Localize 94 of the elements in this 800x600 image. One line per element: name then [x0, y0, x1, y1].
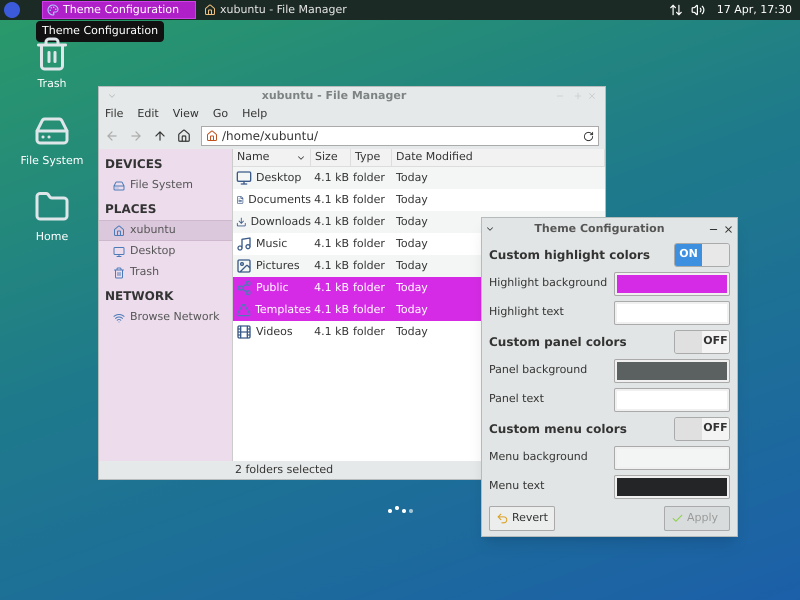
size-cell-text: 4.1 kB [313, 280, 350, 296]
monitor-icon [236, 170, 252, 186]
color-label: Panel text [489, 391, 544, 408]
size-cell-text: 4.1 kB [313, 192, 350, 208]
reload-icon[interactable] [583, 130, 594, 142]
volume-icon[interactable] [690, 3, 705, 17]
film-icon [236, 324, 252, 340]
column-header[interactable]: Date Modified [392, 149, 605, 166]
back-icon[interactable] [105, 129, 119, 143]
date-cell-text: Today [395, 258, 428, 274]
sidebar-heading: PLACES [104, 201, 158, 218]
desktop-icon-label[interactable]: File System [20, 152, 84, 169]
revert-button[interactable]: Revert [489, 506, 555, 531]
size-cell-text: 4.1 kB [313, 302, 350, 318]
color-swatch-button[interactable] [614, 300, 730, 324]
size-cell-text: 4.1 kB [313, 258, 350, 274]
forward-icon[interactable] [129, 129, 143, 143]
triangle-ruler-icon [236, 302, 252, 318]
color-swatch-button[interactable] [614, 446, 730, 470]
close-icon[interactable] [723, 224, 734, 234]
sidebar-item[interactable]: File System [99, 175, 232, 196]
loading-icon [388, 509, 413, 513]
clock[interactable]: 17 Apr, 17:30 [716, 2, 792, 18]
type-cell-text: folder [352, 302, 386, 318]
trash-icon [34, 36, 70, 72]
window-title: xubuntu - File Manager [260, 88, 408, 104]
menu-item[interactable]: View [172, 106, 199, 122]
menu-logo-icon[interactable] [4, 2, 20, 18]
date-cell-text: Today [395, 214, 428, 230]
menu-item[interactable]: File [105, 106, 124, 122]
color-label: Highlight background [489, 275, 608, 292]
color-swatch-button[interactable] [614, 272, 730, 296]
sidebar-item[interactable]: Desktop [99, 241, 232, 262]
color-label: Highlight text [489, 304, 564, 320]
date-cell-text: Today [395, 324, 428, 340]
share-icon [236, 280, 252, 296]
menu-item[interactable]: Edit [137, 106, 159, 122]
undo-icon [496, 512, 509, 525]
task-button[interactable]: xubuntu - File Manager [200, 1, 351, 19]
home-icon [113, 224, 125, 236]
column-header[interactable]: Name [233, 149, 311, 166]
color-swatch-button[interactable] [614, 358, 730, 382]
type-cell-text: folder [352, 192, 386, 208]
toggle-switch[interactable]: OFF [674, 416, 730, 440]
color-swatch-button[interactable] [614, 388, 730, 412]
date-cell-text: Today [395, 236, 428, 252]
date-cell-text: Today [395, 280, 428, 296]
status-text: 2 folders selected [235, 462, 334, 478]
type-cell-text: folder [352, 214, 386, 230]
color-label: Menu background [489, 449, 588, 466]
image-icon [236, 258, 252, 274]
tooltip: Theme Configuration [36, 21, 164, 42]
drive-icon [113, 180, 125, 192]
palette-icon [47, 4, 59, 16]
size-cell-text: 4.1 kB [313, 170, 350, 186]
location-field[interactable]: /home/xubuntu/ [201, 126, 599, 146]
color-label: Panel background [489, 362, 588, 378]
color-swatch-button[interactable] [614, 474, 730, 498]
home-icon [204, 4, 216, 16]
home-icon[interactable] [177, 129, 191, 143]
trash-icon [113, 266, 125, 278]
date-cell-text: Today [395, 302, 428, 318]
menu-item[interactable]: Go [212, 106, 228, 122]
type-cell-text: folder [352, 170, 386, 186]
section-label: Custom menu colors [489, 420, 627, 438]
task-button[interactable]: Theme Configuration [42, 1, 196, 19]
date-cell-text: Today [395, 192, 428, 208]
size-cell-text: 4.1 kB [313, 324, 350, 340]
sidebar-item[interactable]: xubuntu [99, 220, 232, 241]
sidebar-item[interactable]: Browse Network [99, 307, 232, 328]
sidebar-heading: DEVICES [104, 156, 164, 173]
toggle-switch[interactable]: OFF [674, 330, 730, 354]
monitor-icon [113, 246, 125, 258]
up-icon[interactable] [153, 129, 167, 143]
network-icon[interactable] [668, 3, 683, 17]
file-row[interactable]: Desktop 4.1 kB folder Today [233, 167, 605, 189]
column-header[interactable]: Type [351, 149, 392, 166]
type-cell-text: folder [352, 324, 386, 340]
type-cell-text: folder [352, 280, 386, 296]
size-cell-text: 4.1 kB [313, 214, 350, 230]
wifi-icon [113, 312, 125, 324]
column-header[interactable]: Size [311, 149, 351, 166]
menu-item[interactable]: Help [242, 106, 268, 122]
color-label: Menu text [489, 478, 544, 494]
type-cell-text: folder [352, 258, 386, 274]
date-cell-text: Today [395, 170, 428, 186]
home-icon [206, 130, 218, 142]
type-cell-text: folder [352, 236, 386, 252]
desktop-icon-label[interactable]: Trash [37, 76, 67, 92]
size-cell-text: 4.1 kB [313, 236, 350, 252]
music-note-icon [236, 236, 252, 252]
sidebar-item[interactable]: Trash [99, 262, 232, 283]
sidebar-heading: NETWORK [104, 288, 174, 305]
desktop-icon-label[interactable]: Home [36, 229, 68, 246]
